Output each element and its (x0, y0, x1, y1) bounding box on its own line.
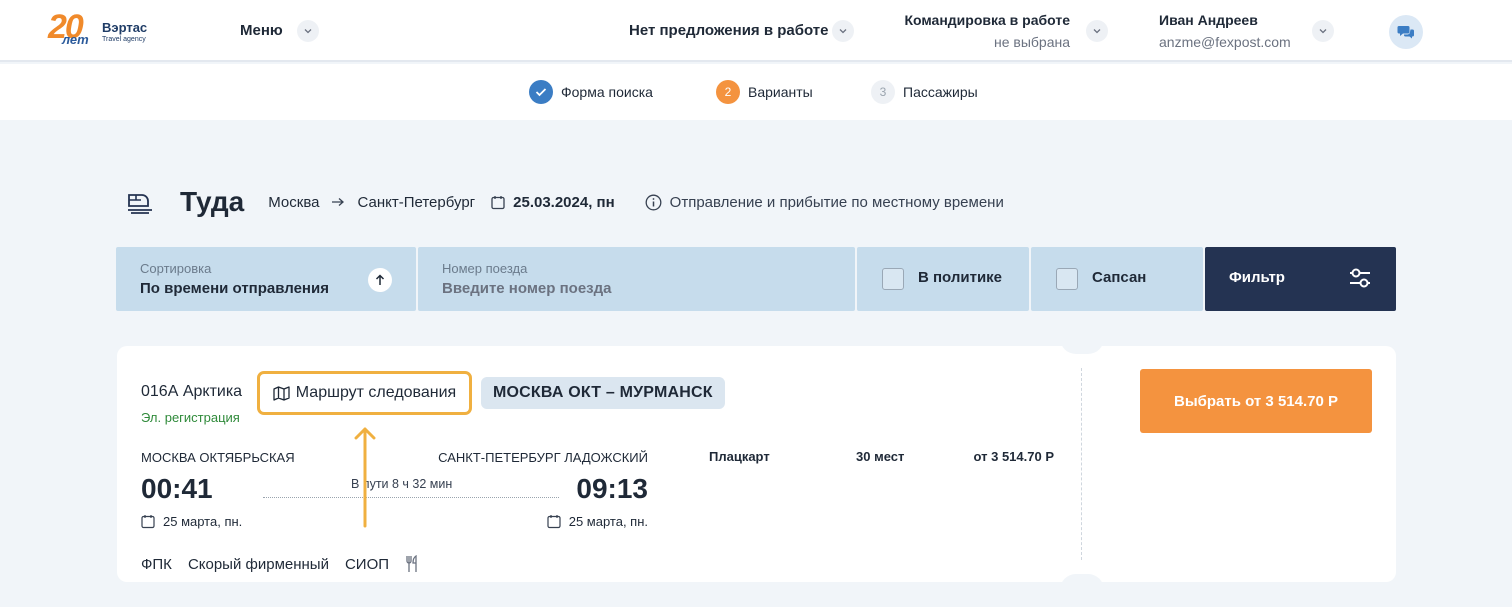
train-result-card: 016А Арктика Эл. регистрация Маршрут сле… (117, 338, 1396, 590)
policy-checkbox[interactable]: В политике (857, 247, 1029, 311)
ticket-notch (1060, 338, 1104, 354)
trip-value: не выбрана (993, 34, 1070, 50)
train-number-label: Номер поезда (442, 261, 528, 276)
user-email: anzme@fexpost.com (1159, 34, 1291, 50)
arrival-time: 09:13 (576, 473, 648, 504)
logo-subtitle: Travel agency (102, 36, 146, 43)
train-icon (128, 194, 152, 214)
offer-chevron-down-icon[interactable] (832, 20, 854, 42)
calendar-icon (141, 515, 155, 529)
route-button-label: Маршрут следования (295, 384, 457, 401)
seats-available: 30 мест (856, 449, 905, 464)
note-text: Отправление и прибытие по местному време… (669, 193, 1004, 211)
e-registration-badge: Эл. регистрация (141, 410, 240, 425)
card-divider (1081, 368, 1082, 560)
route-summary: Москва Санкт-Петербург (268, 194, 475, 211)
offer-status[interactable]: Нет предложения в работе (629, 22, 829, 39)
page-title: Туда (180, 186, 245, 217)
filter-label: Фильтр (1229, 269, 1285, 286)
filter-button[interactable]: Фильтр (1205, 247, 1396, 311)
logo-years: лет (62, 32, 89, 47)
step-number: 3 (871, 80, 895, 104)
departure-date-text: 25 марта, пн. (163, 514, 243, 529)
step-number: 2 (716, 80, 740, 104)
step-search-form[interactable]: Форма поиска (529, 80, 653, 104)
train-number-placeholder: Введите номер поезда (442, 280, 612, 297)
menu-chevron-down-icon[interactable] (297, 20, 319, 42)
choose-button[interactable]: Выбрать от 3 514.70 Р (1140, 369, 1372, 433)
route-date: 25.03.2024, пн (491, 194, 615, 211)
train-number-field[interactable]: Номер поезда Введите номер поезда (418, 247, 855, 311)
direction-header: Туда Москва Санкт-Петербург 25.03.2024, … (126, 182, 1004, 222)
step-variants[interactable]: 2 Варианты (716, 80, 813, 104)
chat-icon[interactable] (1389, 15, 1423, 49)
booking-steps: Форма поиска 2 Варианты 3 Пассажиры (0, 64, 1512, 120)
checkbox-box[interactable] (1056, 268, 1078, 290)
policy-label: В политике (918, 269, 1003, 286)
company-logo[interactable]: 20 лет Вэртас Travel agency (48, 8, 148, 52)
arrow-up-icon[interactable] (368, 268, 392, 292)
restaurant-icon (406, 555, 417, 572)
user-name[interactable]: Иван Андреев (1159, 12, 1258, 28)
travel-line (263, 497, 559, 498)
step-passengers[interactable]: 3 Пассажиры (871, 80, 978, 104)
step-label: Варианты (748, 84, 813, 100)
route-from: Москва (268, 193, 320, 211)
route-to: Санкт-Петербург (357, 193, 476, 211)
trip-label[interactable]: Командировка в работе (904, 12, 1070, 28)
sort-value: По времени отправления (140, 280, 329, 297)
service-class: СИОП (344, 555, 390, 573)
checkbox-box[interactable] (882, 268, 904, 290)
menu-label[interactable]: Меню (240, 22, 283, 39)
carrier-name: ФПК (141, 555, 172, 573)
train-type: Скорый фирменный (187, 555, 329, 573)
arrival-station: САНКТ-ПЕТЕРБУРГ ЛАДОЖСКИЙ (438, 450, 648, 465)
class-price: от 3 514.70 Р (973, 449, 1054, 464)
local-time-note: Отправление и прибытие по местному време… (645, 194, 1004, 211)
top-header: 20 лет Вэртас Travel agency Меню Нет пре… (0, 0, 1512, 62)
trip-chevron-down-icon[interactable] (1086, 20, 1108, 42)
departure-station: МОСКВА ОКТЯБРЬСКАЯ (141, 450, 295, 465)
logo-name: Вэртас (102, 20, 148, 35)
departure-date: 25 марта, пн. (141, 514, 242, 529)
train-number: 016А Арктика (141, 383, 243, 400)
ticket-notch (1060, 574, 1104, 590)
sliders-icon (1350, 268, 1370, 288)
calendar-icon (491, 195, 505, 209)
arrival-date-text: 25 марта, пн. (568, 514, 648, 529)
arrival-date: 25 марта, пн. (547, 514, 648, 529)
date-text: 25.03.2024, пн (513, 193, 615, 211)
route-button[interactable]: Маршрут следования (257, 371, 472, 415)
sapsan-checkbox[interactable]: Сапсан (1031, 247, 1203, 311)
map-icon (273, 385, 290, 401)
step-label: Пассажиры (903, 84, 978, 100)
sort-select[interactable]: Сортировка По времени отправления (116, 247, 416, 311)
step-label: Форма поиска (561, 84, 653, 100)
train-route-badge: МОСКВА ОКТ – МУРМАНСК (481, 377, 725, 409)
departure-time: 00:41 (141, 473, 213, 504)
sapsan-label: Сапсан (1092, 269, 1147, 286)
car-class[interactable]: Плацкарт (709, 449, 770, 464)
check-icon (529, 80, 553, 104)
train-attributes: ФПК Скорый фирменный СИОП (141, 555, 421, 573)
sort-label: Сортировка (140, 261, 212, 276)
calendar-icon (547, 515, 561, 529)
user-chevron-down-icon[interactable] (1312, 20, 1334, 42)
info-icon (645, 194, 662, 210)
annotation-arrow-icon (354, 427, 376, 528)
arrow-right-icon (332, 198, 345, 206)
